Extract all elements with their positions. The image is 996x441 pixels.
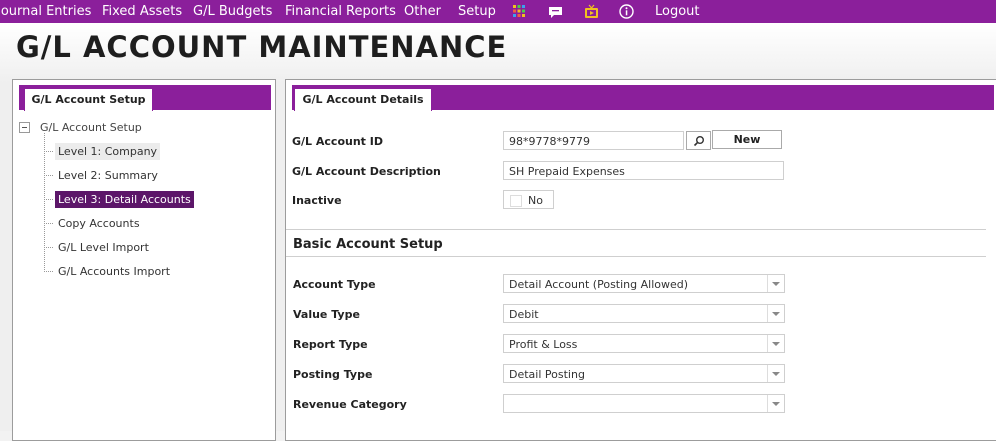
chevron-down-icon[interactable] bbox=[767, 305, 784, 322]
tree-connector bbox=[44, 133, 45, 272]
panel-header: G/L Account Details bbox=[286, 80, 996, 111]
account-type-value: Detail Account (Posting Allowed) bbox=[509, 278, 689, 291]
tree-root-label[interactable]: G/L Account Setup bbox=[40, 121, 142, 134]
tab-gl-account-details[interactable]: G/L Account Details bbox=[294, 88, 432, 111]
report-type-label: Report Type bbox=[293, 338, 368, 351]
panel-header: G/L Account Setup bbox=[13, 80, 275, 111]
nav-gl-budgets[interactable]: G/L Budgets bbox=[193, 4, 272, 19]
page-title: G/L ACCOUNT MAINTENANCE bbox=[16, 30, 508, 64]
nav-financial-reports[interactable]: Financial Reports bbox=[285, 4, 396, 19]
tree-item-level-1-company[interactable]: Level 1: Company bbox=[55, 143, 161, 160]
tv-icon[interactable] bbox=[584, 4, 599, 19]
nav-setup[interactable]: Setup bbox=[458, 4, 496, 19]
value-type-select[interactable]: Debit bbox=[503, 304, 785, 323]
new-button[interactable]: New bbox=[712, 130, 782, 149]
tree-connector bbox=[44, 271, 53, 272]
tree-item-level-3-detail-accounts[interactable]: Level 3: Detail Accounts bbox=[55, 191, 194, 208]
posting-type-select[interactable]: Detail Posting bbox=[503, 364, 785, 383]
search-button[interactable] bbox=[686, 131, 711, 150]
tree-item-copy-accounts[interactable]: Copy Accounts bbox=[58, 217, 140, 230]
checkbox-icon bbox=[510, 195, 522, 207]
revenue-category-label: Revenue Category bbox=[293, 398, 407, 411]
value-type-value: Debit bbox=[509, 308, 539, 321]
divider bbox=[286, 229, 986, 230]
account-id-input[interactable]: 98*9778*9779 bbox=[503, 131, 684, 150]
tree-connector bbox=[44, 223, 53, 224]
report-type-select[interactable]: Profit & Loss bbox=[503, 334, 785, 353]
chat-icon[interactable] bbox=[548, 5, 563, 20]
inactive-toggle[interactable]: No bbox=[503, 190, 554, 209]
tree-connector bbox=[44, 199, 53, 200]
tree-item-gl-accounts-import[interactable]: G/L Accounts Import bbox=[58, 265, 170, 278]
section-title-basic-account-setup: Basic Account Setup bbox=[293, 237, 443, 252]
search-icon bbox=[693, 136, 704, 147]
posting-type-value: Detail Posting bbox=[509, 368, 585, 381]
chevron-down-icon[interactable] bbox=[767, 395, 784, 412]
report-type-value: Profit & Loss bbox=[509, 338, 578, 351]
tree-connector bbox=[44, 175, 53, 176]
nav-other[interactable]: Other bbox=[404, 4, 441, 19]
nav-fixed-assets[interactable]: Fixed Assets bbox=[102, 4, 182, 19]
nav-journal-entries[interactable]: Journal Entries bbox=[0, 4, 91, 19]
tree-connector bbox=[44, 247, 53, 248]
value-type-label: Value Type bbox=[293, 308, 360, 321]
collapse-icon[interactable] bbox=[19, 122, 30, 133]
revenue-category-select[interactable] bbox=[503, 394, 785, 413]
tree-item-gl-level-import[interactable]: G/L Level Import bbox=[58, 241, 149, 254]
chevron-down-icon[interactable] bbox=[767, 335, 784, 352]
account-type-label: Account Type bbox=[293, 278, 376, 291]
account-type-select[interactable]: Detail Account (Posting Allowed) bbox=[503, 274, 785, 293]
apps-grid-icon[interactable] bbox=[513, 5, 525, 17]
description-input[interactable]: SH Prepaid Expenses bbox=[503, 161, 784, 180]
nav-logout[interactable]: Logout bbox=[655, 4, 700, 19]
chevron-down-icon[interactable] bbox=[767, 365, 784, 382]
tree-connector bbox=[44, 151, 53, 152]
posting-type-label: Posting Type bbox=[293, 368, 373, 381]
tree-item-level-2-summary[interactable]: Level 2: Summary bbox=[58, 169, 158, 182]
info-icon[interactable] bbox=[619, 4, 634, 19]
tab-gl-account-setup[interactable]: G/L Account Setup bbox=[24, 88, 153, 111]
divider bbox=[286, 256, 986, 257]
account-id-label: G/L Account ID bbox=[292, 135, 383, 148]
description-label: G/L Account Description bbox=[292, 165, 441, 178]
inactive-label: Inactive bbox=[292, 194, 342, 207]
top-nav: Journal Entries Fixed Assets G/L Budgets… bbox=[0, 0, 996, 23]
chevron-down-icon[interactable] bbox=[767, 275, 784, 292]
inactive-value: No bbox=[528, 194, 543, 207]
